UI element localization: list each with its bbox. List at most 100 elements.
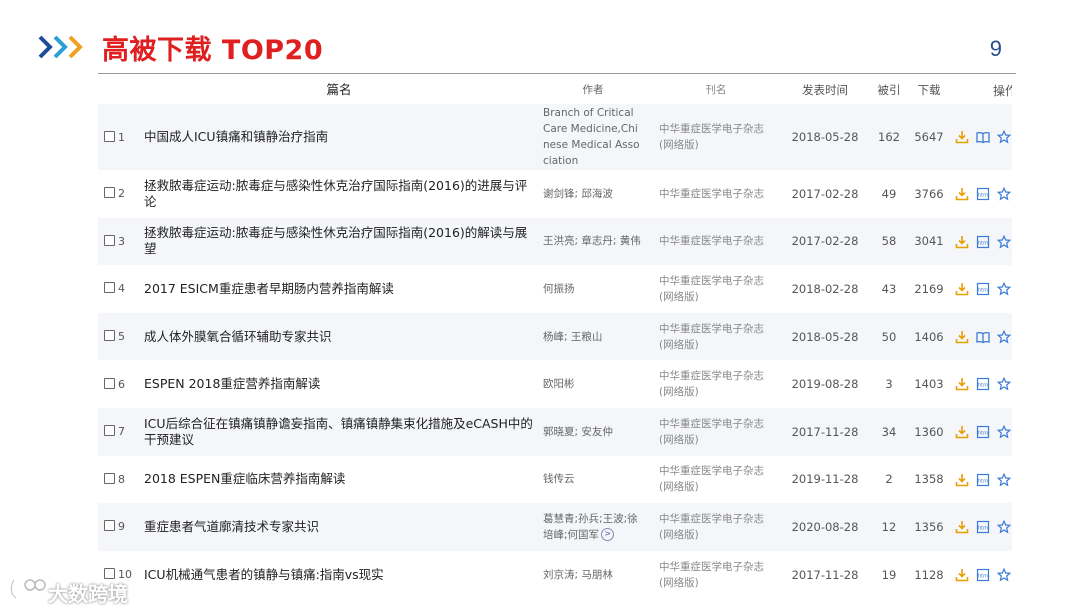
row-author[interactable]: 王洪亮; 章志丹; 黄伟 bbox=[543, 235, 641, 247]
row-journal[interactable]: 中华重症医学电子杂志(网络版) bbox=[649, 550, 779, 599]
row-journal[interactable]: 中华重症医学电子杂志(网络版) bbox=[649, 360, 779, 408]
table-header: 篇名 作者 刊名 发表时间 被引 下载 操作 bbox=[98, 76, 1012, 104]
row-title-link[interactable]: 成人体外膜氧合循环辅助专家共识 bbox=[143, 312, 542, 361]
book-icon[interactable] bbox=[976, 330, 990, 344]
row-checkbox[interactable] bbox=[104, 425, 115, 437]
html-icon[interactable]: htm bbox=[976, 520, 990, 534]
html-icon[interactable]: htm bbox=[976, 282, 990, 296]
star-icon[interactable] bbox=[996, 234, 1012, 249]
row-checkbox[interactable] bbox=[104, 130, 115, 142]
table-row: 8 2018 ESPEN重症临床营养指南解读 钱传云 中华重症医学电子杂志(网络版) 2… bbox=[98, 455, 1012, 504]
row-number: 6 bbox=[118, 377, 125, 391]
row-cited: 3 bbox=[871, 360, 907, 408]
row-title-link[interactable]: 拯救脓毒症运动:脓毒症与感染性休克治疗国际指南(2016)的进展与评论 bbox=[143, 170, 542, 218]
download-icon[interactable] bbox=[955, 520, 969, 534]
row-title-link[interactable]: 重症患者气道廓清技术专家共识 bbox=[143, 503, 542, 551]
html-icon[interactable]: htm bbox=[976, 187, 990, 201]
table-row: 3 拯救脓毒症运动:脓毒症与感染性休克治疗国际指南(2016)的解读与展望 王洪亮;… bbox=[98, 217, 1012, 266]
download-icon[interactable] bbox=[955, 235, 969, 249]
download-icon[interactable] bbox=[955, 377, 969, 391]
row-journal[interactable]: 中华重症医学电子杂志(网络版) bbox=[649, 312, 779, 361]
row-checkbox[interactable] bbox=[104, 520, 115, 532]
download-icon[interactable] bbox=[955, 473, 969, 487]
download-icon[interactable] bbox=[955, 187, 969, 201]
star-icon[interactable] bbox=[996, 129, 1012, 144]
col-author[interactable]: 作者 bbox=[542, 76, 649, 104]
row-cited: 43 bbox=[871, 265, 907, 313]
row-author[interactable]: 钱传云 bbox=[543, 473, 575, 485]
table-row: 10 ICU机械通气患者的镇静与镇痛:指南vs现实 刘京涛; 马朋林 中华重症医学电子… bbox=[98, 550, 1012, 599]
row-checkbox[interactable] bbox=[104, 472, 115, 484]
row-author[interactable]: 杨峰; 王粮山 bbox=[543, 331, 602, 343]
row-cited: 12 bbox=[871, 503, 907, 551]
row-checkbox[interactable] bbox=[104, 282, 115, 294]
col-downloads[interactable]: 下载 bbox=[907, 76, 951, 104]
download-icon[interactable] bbox=[955, 330, 969, 344]
row-author[interactable]: 刘京涛; 马朋林 bbox=[543, 569, 613, 581]
results-table: 篇名 作者 刊名 发表时间 被引 下载 操作 1 中国成人ICU镇痛和镇静治疗指南… bbox=[98, 76, 1012, 608]
row-cited: 49 bbox=[871, 170, 907, 218]
html-icon[interactable]: htm bbox=[976, 235, 990, 249]
row-title-link[interactable]: 中国成人ICU镇痛和镇静治疗指南 bbox=[143, 104, 542, 170]
star-icon[interactable] bbox=[996, 329, 1012, 344]
row-journal[interactable]: 中华重症医学电子杂志(网络版) bbox=[649, 455, 779, 504]
row-journal[interactable]: 中华重症医学电子杂志(网络版) bbox=[649, 265, 779, 313]
download-icon[interactable] bbox=[955, 282, 969, 296]
row-checkbox[interactable] bbox=[104, 330, 115, 342]
svg-text:htm: htm bbox=[978, 383, 988, 389]
star-icon[interactable] bbox=[996, 567, 1012, 582]
html-icon[interactable]: htm bbox=[976, 568, 990, 582]
row-downloads: 1356 bbox=[907, 503, 951, 551]
download-icon[interactable] bbox=[955, 130, 969, 144]
row-journal[interactable]: 中华重症医学电子杂志(网络版) bbox=[649, 407, 779, 456]
row-author[interactable]: 葛慧青;孙兵;王波;徐培峰;何国军 bbox=[543, 513, 638, 541]
row-journal[interactable]: 中华重症医学电子杂志 bbox=[649, 170, 779, 218]
author-more-icon[interactable]: > bbox=[601, 528, 615, 542]
table-row: 2 拯救脓毒症运动:脓毒症与感染性休克治疗国际指南(2016)的进展与评论 谢剑锋;… bbox=[98, 170, 1012, 218]
row-checkbox[interactable] bbox=[104, 377, 115, 389]
col-date[interactable]: 发表时间 bbox=[779, 76, 871, 104]
row-checkbox[interactable] bbox=[104, 187, 115, 199]
row-author[interactable]: Branch of Critical Care Medicine,Chinese… bbox=[543, 107, 640, 167]
row-number: 7 bbox=[118, 425, 125, 439]
row-title-link[interactable]: ICU后综合征在镇痛镇静谵妄指南、镇痛镇静集束化措施及eCASH中的干预建议 bbox=[143, 407, 542, 456]
row-number: 4 bbox=[118, 282, 125, 296]
row-author[interactable]: 郭晓夏; 安友仲 bbox=[543, 426, 613, 438]
row-title-link[interactable]: 2018 ESPEN重症临床营养指南解读 bbox=[143, 455, 542, 504]
row-journal[interactable]: 中华重症医学电子杂志 bbox=[649, 217, 779, 266]
book-icon[interactable] bbox=[976, 130, 990, 144]
row-author[interactable]: 何振扬 bbox=[543, 283, 575, 295]
row-journal[interactable]: 中华重症医学电子杂志(网络版) bbox=[649, 503, 779, 551]
row-date: 2019-11-28 bbox=[779, 455, 871, 504]
row-title-link[interactable]: 2017 ESICM重症患者早期肠内营养指南解读 bbox=[143, 265, 542, 313]
row-checkbox[interactable] bbox=[104, 234, 115, 246]
star-icon[interactable] bbox=[996, 377, 1012, 391]
html-icon[interactable]: htm bbox=[976, 425, 990, 439]
star-icon[interactable] bbox=[996, 281, 1012, 296]
star-icon[interactable] bbox=[996, 472, 1012, 487]
row-title-link[interactable]: ICU机械通气患者的镇静与镇痛:指南vs现实 bbox=[143, 550, 542, 599]
svg-text:htm: htm bbox=[978, 526, 988, 532]
col-cited[interactable]: 被引 bbox=[871, 76, 907, 104]
svg-text:htm: htm bbox=[978, 240, 988, 246]
row-cited: 2 bbox=[871, 455, 907, 504]
download-icon[interactable] bbox=[955, 425, 969, 439]
download-icon[interactable] bbox=[955, 568, 969, 582]
row-title-link[interactable]: 拯救脓毒症运动:脓毒症与感染性休克治疗国际指南(2016)的解读与展望 bbox=[143, 217, 542, 266]
col-journal[interactable]: 刊名 bbox=[649, 76, 779, 104]
html-icon[interactable]: htm bbox=[976, 377, 990, 391]
star-icon[interactable] bbox=[996, 519, 1012, 534]
row-journal[interactable]: 中华重症医学电子杂志(网络版) bbox=[649, 104, 779, 170]
row-cited: 58 bbox=[871, 217, 907, 266]
html-icon[interactable]: htm bbox=[976, 473, 990, 487]
row-author[interactable]: 谢剑锋; 邱海波 bbox=[543, 188, 613, 200]
col-title[interactable]: 篇名 bbox=[143, 76, 542, 104]
row-downloads: 1406 bbox=[907, 312, 951, 361]
row-downloads: 1403 bbox=[907, 360, 951, 408]
star-icon[interactable] bbox=[996, 186, 1012, 201]
row-title-link[interactable]: ESPEN 2018重症营养指南解读 bbox=[143, 360, 542, 408]
row-cited: 19 bbox=[871, 550, 907, 599]
row-downloads: 2169 bbox=[907, 265, 951, 313]
row-author[interactable]: 欧阳彬 bbox=[543, 378, 575, 390]
star-icon[interactable] bbox=[996, 424, 1012, 439]
